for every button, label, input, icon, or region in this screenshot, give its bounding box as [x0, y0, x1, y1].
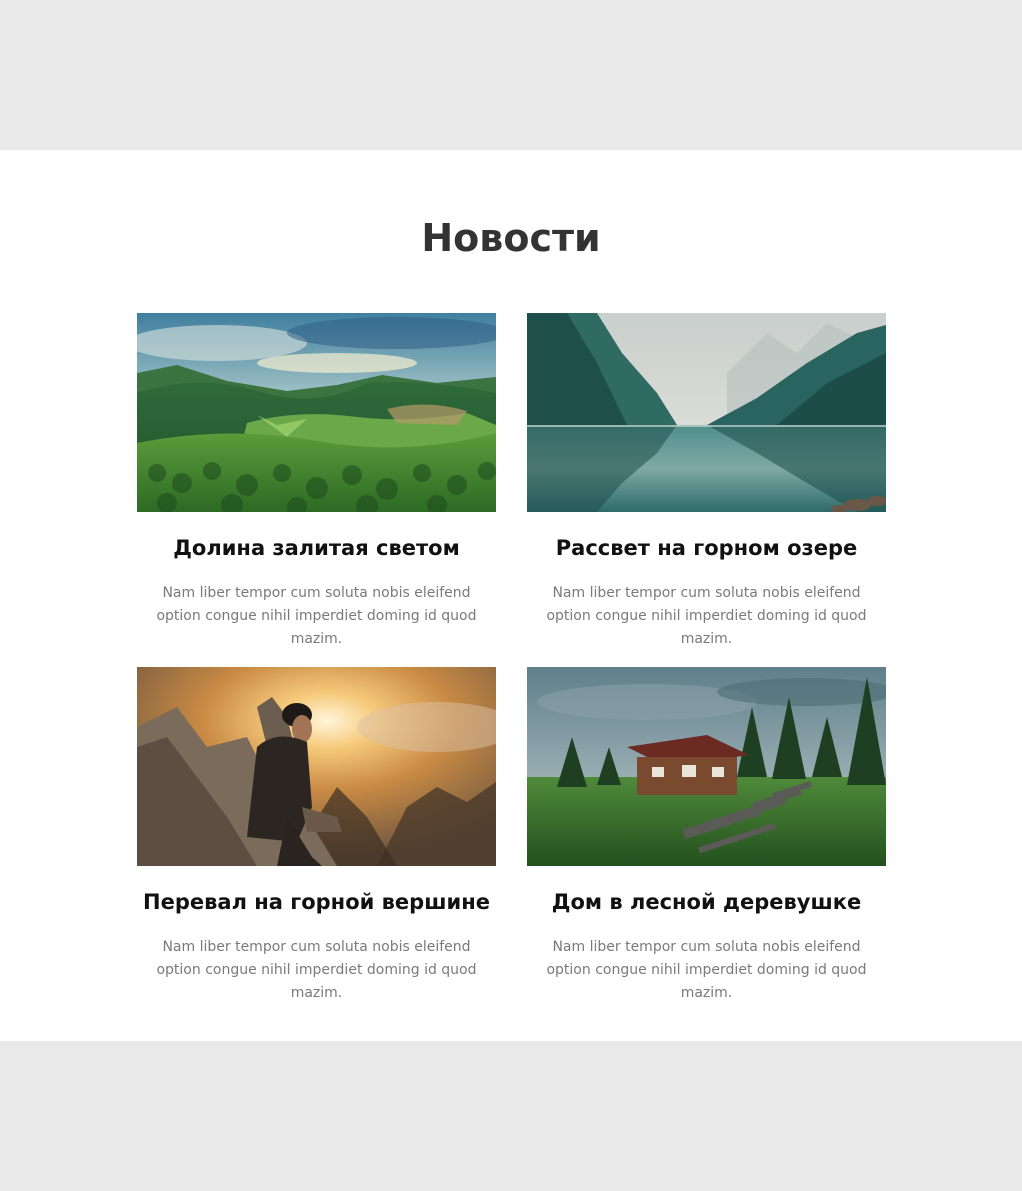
card-text: Nam liber tempor cum soluta nobis eleife… — [546, 939, 867, 1001]
news-card[interactable]: Перевал на горной вершине Nam liber temp… — [137, 667, 496, 1021]
card-title[interactable]: Перевал на горной вершине — [137, 888, 496, 916]
hiker-summit-image[interactable] — [137, 667, 496, 866]
card-text: Nam liber tempor cum soluta nobis eleife… — [156, 585, 477, 647]
mountain-lake-image[interactable] — [527, 313, 886, 512]
card-title[interactable]: Рассвет на горном озере — [527, 534, 886, 562]
card-title[interactable]: Дом в лесной деревушке — [527, 888, 886, 916]
news-card[interactable]: Долина залитая светом Nam liber tempor c… — [137, 313, 496, 667]
section-title: Новости — [421, 216, 601, 260]
news-card[interactable]: Рассвет на горном озере Nam liber tempor… — [527, 313, 886, 667]
card-text: Nam liber tempor cum soluta nobis eleife… — [546, 585, 867, 647]
news-card[interactable]: Дом в лесной деревушке Nam liber tempor … — [527, 667, 886, 1021]
news-grid: Долина залитая светом Nam liber tempor c… — [137, 313, 886, 1021]
card-title[interactable]: Долина залитая светом — [137, 534, 496, 562]
bottom-band — [0, 1041, 1022, 1191]
valley-landscape-image[interactable] — [137, 313, 496, 512]
forest-cabin-image[interactable] — [527, 667, 886, 866]
news-section: Новости Долина залитая светом Nam liber … — [0, 150, 1022, 1041]
top-band — [0, 0, 1022, 150]
card-text: Nam liber tempor cum soluta nobis eleife… — [156, 939, 477, 1001]
